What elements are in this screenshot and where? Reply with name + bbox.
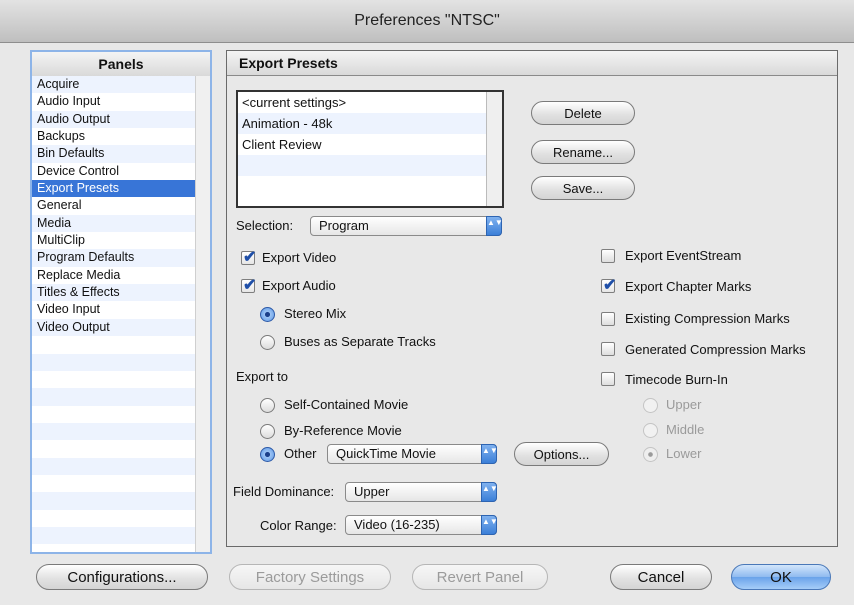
export-chapter-marks-label: Export Chapter Marks xyxy=(625,279,752,294)
self-contained-radio[interactable] xyxy=(260,398,275,413)
save-button[interactable]: Save... xyxy=(531,176,635,200)
popup-arrows-icon: ▲▼ xyxy=(486,216,503,236)
panels-list[interactable]: Acquire Audio Input Audio Output Backups Bin… xyxy=(32,76,210,552)
sidebar-item[interactable]: Bin Defaults xyxy=(32,145,210,163)
popup-arrows-icon: ▲▼ xyxy=(481,482,498,502)
timecode-upper-label: Upper xyxy=(666,397,702,412)
cancel-button[interactable]: Cancel xyxy=(610,564,712,590)
checkmark-icon: ✔ xyxy=(243,249,257,266)
popup-arrows-icon: ▲▼ xyxy=(481,444,498,464)
sidebar-item[interactable]: Acquire xyxy=(32,76,210,94)
preset-item[interactable]: <current settings> xyxy=(238,92,502,113)
sidebar-item[interactable]: Video Output xyxy=(32,318,210,337)
empty-list-row xyxy=(238,155,502,176)
field-dominance-popup[interactable]: Upper ▲▼ xyxy=(345,482,498,502)
field-dominance-value: Upper xyxy=(354,484,390,499)
empty-list-row xyxy=(32,440,210,457)
configurations-button[interactable]: Configurations... xyxy=(36,564,208,590)
export-audio-label: Export Audio xyxy=(262,278,336,293)
self-contained-label: Self-Contained Movie xyxy=(284,397,409,412)
timecode-burn-in-label: Timecode Burn-In xyxy=(625,372,728,387)
buses-separate-radio[interactable] xyxy=(260,335,275,350)
empty-list-row xyxy=(32,510,210,527)
export-video-label: Export Video xyxy=(262,250,337,265)
other-label: Other xyxy=(284,446,317,461)
existing-compression-marks-label: Existing Compression Marks xyxy=(625,311,790,326)
sidebar-item[interactable]: Device Control xyxy=(32,163,210,180)
by-reference-label: By-Reference Movie xyxy=(284,423,402,438)
timecode-lower-radio[interactable] xyxy=(643,447,658,462)
timecode-lower-label: Lower xyxy=(666,446,702,461)
empty-list-row xyxy=(32,353,210,371)
field-dominance-label: Field Dominance: xyxy=(233,484,335,499)
checkmark-icon: ✔ xyxy=(243,277,257,294)
export-eventstream-label: Export EventStream xyxy=(625,248,742,263)
color-range-popup[interactable]: Video (16-235) ▲▼ xyxy=(345,515,498,535)
preset-item[interactable]: Client Review xyxy=(238,134,502,155)
timecode-middle-radio[interactable] xyxy=(643,423,658,438)
empty-list-row xyxy=(32,388,210,406)
timecode-burn-in-checkbox[interactable] xyxy=(601,372,615,386)
presets-scrollbar[interactable] xyxy=(486,92,502,206)
export-chapter-marks-checkbox[interactable]: ✔ xyxy=(601,277,616,294)
empty-list-row xyxy=(32,475,210,492)
factory-settings-button[interactable]: Factory Settings xyxy=(229,564,391,590)
delete-button[interactable]: Delete xyxy=(531,101,635,125)
revert-panel-button[interactable]: Revert Panel xyxy=(412,564,548,590)
sidebar-item[interactable]: Backups xyxy=(32,128,210,145)
sidebar-item[interactable]: Audio Output xyxy=(32,110,210,129)
options-button[interactable]: Options... xyxy=(514,442,609,466)
color-range-label: Color Range: xyxy=(260,518,337,533)
generated-compression-marks-checkbox[interactable] xyxy=(601,342,615,356)
empty-list-row xyxy=(238,176,502,197)
popup-arrows-icon: ▲▼ xyxy=(481,515,498,535)
empty-list-row xyxy=(32,371,210,388)
buses-separate-label: Buses as Separate Tracks xyxy=(284,334,436,349)
other-format-value: QuickTime Movie xyxy=(336,446,436,461)
export-eventstream-checkbox[interactable] xyxy=(601,249,615,263)
sidebar-item[interactable]: General xyxy=(32,197,210,214)
sidebar-item[interactable]: Export Presets xyxy=(32,180,210,198)
export-video-checkbox[interactable]: ✔ xyxy=(241,249,256,266)
generated-compression-marks-label: Generated Compression Marks xyxy=(625,342,806,357)
selection-popup[interactable]: Program ▲▼ xyxy=(310,216,503,236)
other-format-popup[interactable]: QuickTime Movie ▲▼ xyxy=(327,444,498,464)
checkmark-icon: ✔ xyxy=(603,277,617,294)
selection-label: Selection: xyxy=(236,218,294,233)
empty-list-row xyxy=(32,492,210,510)
timecode-middle-label: Middle xyxy=(666,422,705,437)
rename-button[interactable]: Rename... xyxy=(531,140,635,164)
selection-value: Program xyxy=(319,218,369,233)
sidebar-item[interactable]: Media xyxy=(32,214,210,233)
empty-list-row xyxy=(32,526,210,545)
sidebar-item[interactable]: Program Defaults xyxy=(32,249,210,267)
other-radio[interactable] xyxy=(260,447,275,462)
sidebar-item[interactable]: Audio Input xyxy=(32,93,210,110)
sidebar-item[interactable]: Video Input xyxy=(32,301,210,318)
window-title: Preferences "NTSC" xyxy=(0,0,854,43)
preset-item[interactable]: Animation - 48k xyxy=(238,113,502,134)
presets-list[interactable]: <current settings> Animation - 48k Client … xyxy=(236,90,504,208)
empty-list-row xyxy=(32,457,210,475)
sidebar-item[interactable]: Replace Media xyxy=(32,267,210,284)
panels-sidebar: Panels Acquire Audio Input Audio Output Bac… xyxy=(30,50,212,554)
sidebar-item[interactable]: Titles & Effects xyxy=(32,284,210,302)
by-reference-radio[interactable] xyxy=(260,424,275,439)
empty-list-row xyxy=(32,422,210,441)
stereo-mix-radio[interactable] xyxy=(260,307,275,322)
ok-button[interactable]: OK xyxy=(731,564,831,590)
color-range-value: Video (16-235) xyxy=(354,517,440,532)
panels-header: Panels xyxy=(32,52,210,77)
panels-scrollbar[interactable] xyxy=(195,76,210,552)
export-to-label: Export to xyxy=(236,369,289,384)
export-presets-header: Export Presets xyxy=(227,51,837,76)
export-audio-checkbox[interactable]: ✔ xyxy=(241,277,256,294)
empty-list-row xyxy=(32,336,210,353)
empty-list-row xyxy=(32,406,210,423)
stereo-mix-label: Stereo Mix xyxy=(284,306,347,321)
timecode-upper-radio[interactable] xyxy=(643,398,658,413)
existing-compression-marks-checkbox[interactable] xyxy=(601,312,615,326)
sidebar-item[interactable]: MultiClip xyxy=(32,232,210,249)
